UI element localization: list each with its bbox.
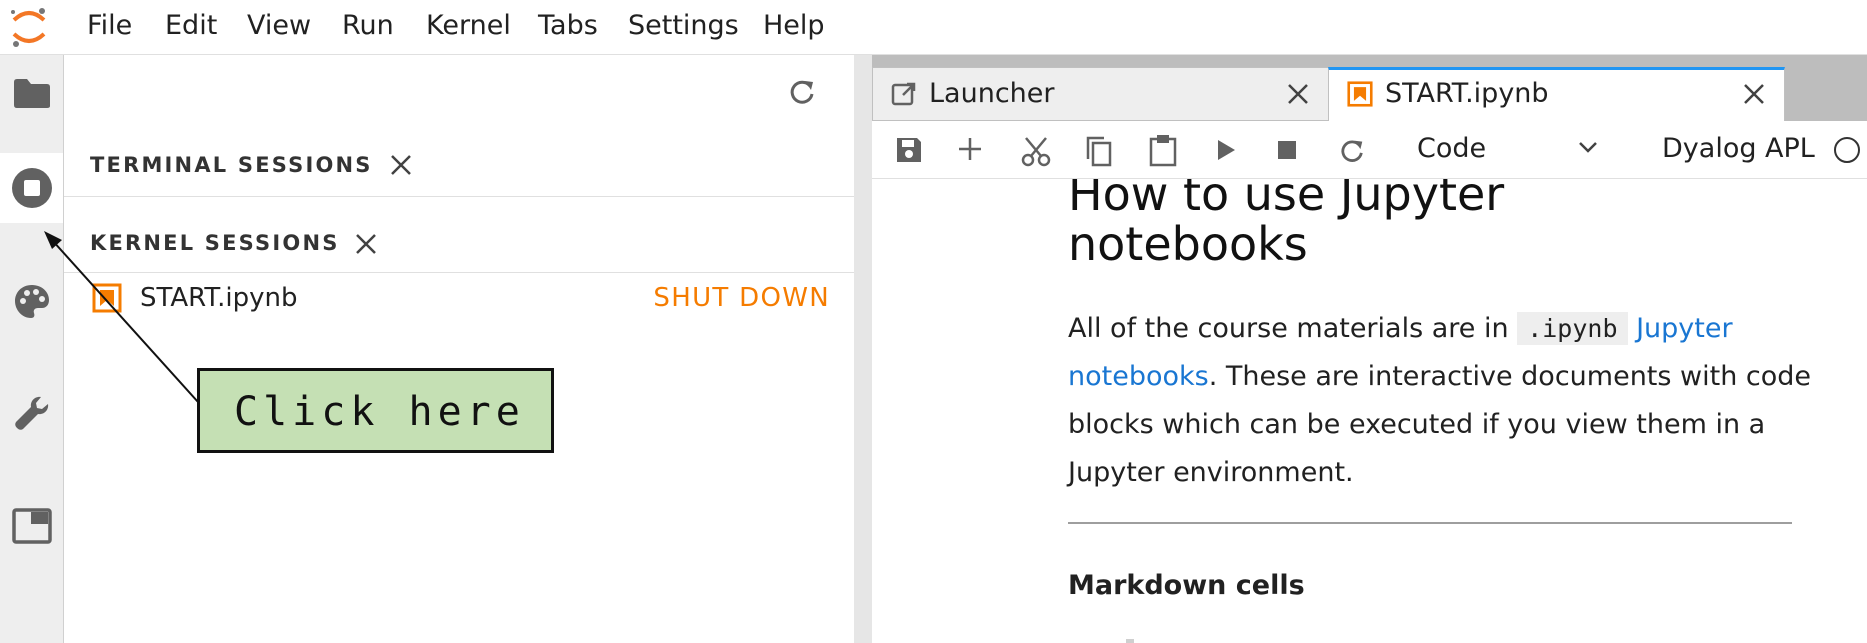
restart-icon[interactable]	[1338, 137, 1366, 165]
notebook-icon	[92, 283, 122, 313]
close-tab-icon[interactable]	[1286, 82, 1310, 106]
kernel-sessions-title: KERNEL SESSIONS	[90, 231, 340, 255]
cut-icon[interactable]	[1020, 135, 1052, 167]
tab-launcher[interactable]: Launcher	[872, 67, 1329, 121]
tab-start-notebook[interactable]: START.ipynb	[1328, 67, 1785, 121]
add-cell-icon[interactable]	[956, 135, 984, 163]
property-inspector-tab[interactable]	[0, 267, 63, 337]
stop-icon[interactable]	[1277, 140, 1297, 160]
close-kernel-sessions-icon[interactable]	[354, 232, 378, 256]
notebook-toolbar: Code Dyalog APL	[872, 121, 1867, 179]
running-sessions-icon	[11, 168, 52, 208]
kernel-session-row[interactable]: START.ipynb SHUT DOWN	[90, 277, 830, 321]
notebook-icon	[1347, 81, 1373, 107]
chevron-down-icon	[1579, 142, 1597, 153]
markdown-cells-heading: Markdown cells	[1068, 570, 1305, 601]
launcher-icon	[891, 82, 916, 106]
notebook-heading: How to use Jupyter notebooks	[1068, 179, 1505, 271]
shut-down-button[interactable]: SHUT DOWN	[653, 283, 830, 313]
refresh-icon[interactable]	[787, 77, 817, 107]
running-sessions-panel: TERMINAL SESSIONS KERNEL SESSIONS START.…	[64, 55, 854, 643]
jupyter-logo-icon[interactable]	[6, 4, 52, 50]
menu-view[interactable]: View	[247, 10, 311, 41]
tabs-icon	[11, 508, 52, 544]
save-icon[interactable]	[894, 135, 924, 165]
kernel-name[interactable]: Dyalog APL	[1662, 133, 1815, 164]
running-sessions-tab[interactable]	[0, 153, 63, 223]
horizontal-rule	[1068, 522, 1792, 524]
palette-icon	[14, 285, 49, 318]
run-icon[interactable]	[1214, 137, 1238, 163]
cell-marker	[1126, 639, 1134, 643]
section-divider	[64, 196, 854, 197]
tab-label: START.ipynb	[1385, 78, 1549, 109]
open-tabs-tab[interactable]	[0, 491, 63, 561]
menu-help[interactable]: Help	[763, 10, 825, 41]
close-terminal-sessions-icon[interactable]	[389, 153, 413, 177]
notebook-content: How to use Jupyter notebooks All of the …	[872, 179, 1867, 643]
activity-bar	[0, 55, 64, 643]
menu-bar: File Edit View Run Kernel Tabs Settings …	[0, 0, 1867, 55]
click-here-callout: Click here	[197, 368, 554, 453]
menu-run[interactable]: Run	[342, 10, 394, 41]
tab-bar: Launcher START.ipynb	[872, 55, 1867, 121]
folder-icon	[13, 79, 50, 108]
menu-tabs[interactable]: Tabs	[538, 10, 598, 41]
copy-icon[interactable]	[1084, 135, 1114, 167]
session-name[interactable]: START.ipynb	[140, 283, 298, 313]
tab-label: Launcher	[929, 78, 1055, 109]
cell-type-select[interactable]: Code	[1417, 131, 1607, 167]
menu-kernel[interactable]: Kernel	[426, 10, 511, 41]
callout-text: Click here	[234, 389, 525, 435]
panel-splitter[interactable]	[854, 55, 872, 643]
terminal-sessions-title: TERMINAL SESSIONS	[90, 153, 373, 177]
para-text: All of the course materials are in	[1068, 313, 1518, 344]
file-browser-tab[interactable]	[0, 58, 63, 128]
close-tab-icon[interactable]	[1742, 82, 1766, 106]
kernel-status-icon	[1834, 137, 1860, 163]
cell-type-value: Code	[1417, 133, 1487, 164]
wrench-icon	[14, 396, 48, 430]
notebook-paragraph: All of the course materials are in .ipyn…	[1068, 305, 1828, 497]
inline-code: .ipynb	[1517, 312, 1628, 345]
paste-icon[interactable]	[1148, 133, 1178, 167]
menu-edit[interactable]: Edit	[165, 10, 217, 41]
menu-file[interactable]: File	[87, 10, 132, 41]
main-area: Launcher START.ipynb Code Dyalog APL How…	[872, 55, 1867, 643]
section-divider	[64, 272, 854, 273]
extension-manager-tab[interactable]	[0, 379, 63, 449]
menu-settings[interactable]: Settings	[628, 10, 739, 41]
